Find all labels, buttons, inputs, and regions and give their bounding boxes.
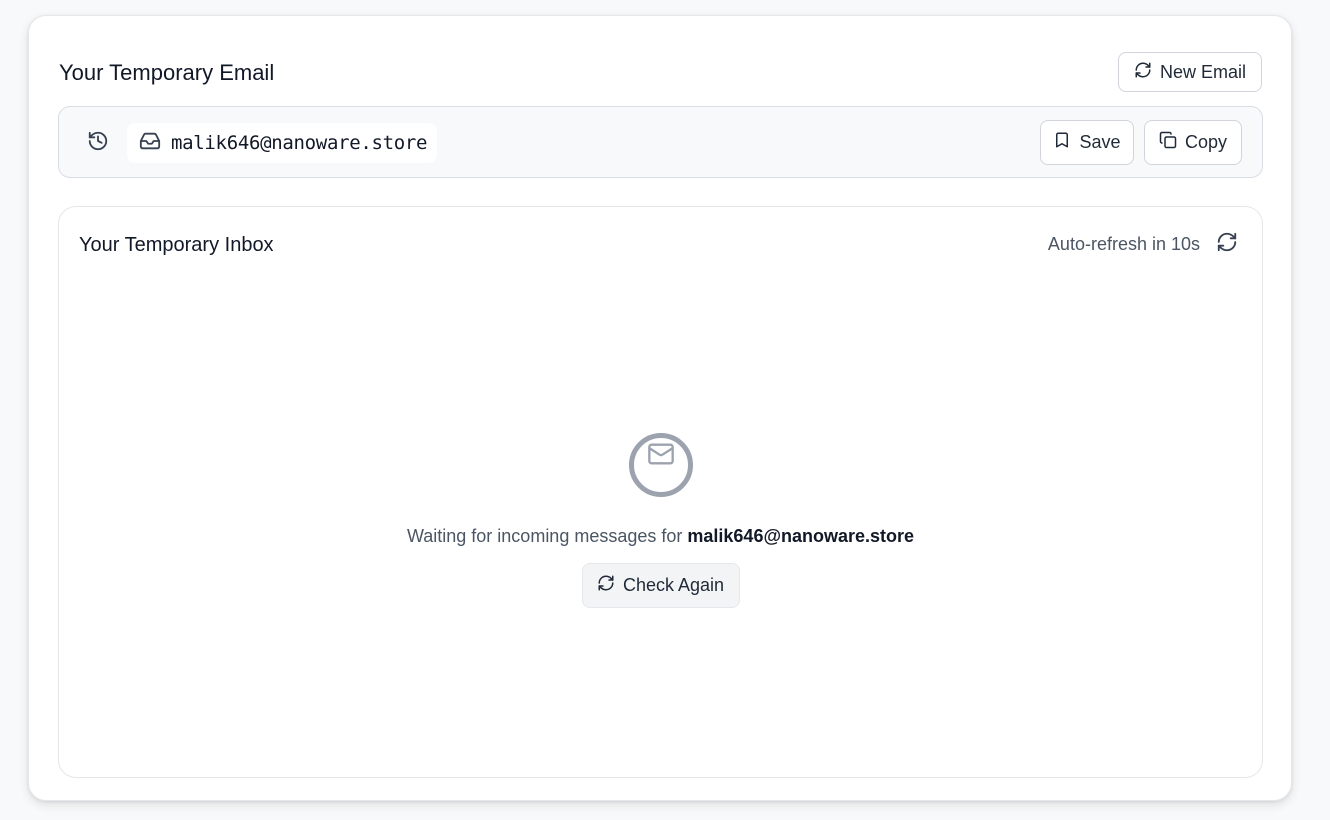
waiting-prefix: Waiting for incoming messages for	[406, 526, 688, 546]
email-address: malik646@nanoware.store	[171, 132, 428, 154]
new-email-label: New Email	[1159, 61, 1247, 82]
history-icon	[87, 130, 109, 157]
copy-button[interactable]: Copy	[1144, 120, 1242, 165]
save-button[interactable]: Save	[1040, 120, 1134, 165]
check-again-button[interactable]: Check Again	[581, 563, 740, 608]
waiting-message: Waiting for incoming messages for malik6…	[407, 526, 914, 547]
bookmark-icon	[1053, 131, 1071, 154]
inbox-title: Your Temporary Inbox	[79, 234, 274, 256]
inbox-panel: Your Temporary Inbox Auto-refresh in 10s…	[58, 206, 1263, 778]
refresh-icon	[597, 574, 615, 597]
new-email-button[interactable]: New Email	[1118, 52, 1262, 92]
copy-label: Copy	[1184, 132, 1228, 152]
address-bar: malik646@nanoware.store Save Copy	[58, 106, 1263, 178]
check-again-label: Check Again	[622, 575, 725, 595]
empty-state: Waiting for incoming messages for malik6…	[59, 433, 1262, 608]
auto-refresh: Auto-refresh in 10s	[1047, 231, 1238, 258]
auto-refresh-text: Auto-refresh in 10s	[1047, 233, 1200, 254]
email-address-field[interactable]: malik646@nanoware.store	[127, 123, 437, 163]
refresh-inbox-button[interactable]	[1216, 231, 1238, 258]
waiting-email: malik646@nanoware.store	[687, 526, 915, 546]
inbox-icon	[139, 130, 161, 157]
refresh-icon	[1216, 231, 1238, 258]
temp-email-card: Your Temporary Email New Email malik646@…	[28, 15, 1292, 801]
refresh-icon	[1134, 61, 1152, 84]
copy-icon	[1159, 131, 1177, 154]
page-title: Your Temporary Email	[59, 60, 275, 85]
save-label: Save	[1079, 132, 1121, 152]
history-button[interactable]	[85, 130, 111, 156]
mail-icon	[628, 433, 693, 497]
